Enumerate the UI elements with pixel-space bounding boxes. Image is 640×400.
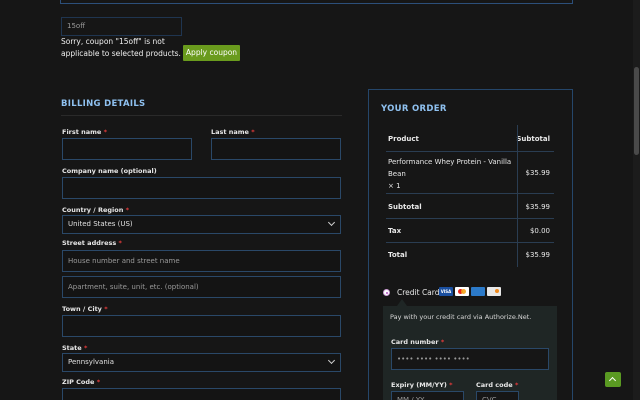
your-order-title: YOUR ORDER [381,104,447,114]
total-label: Total [388,251,408,259]
subtotal-value: $35.99 [525,203,551,211]
card-number-field[interactable]: •••• •••• •••• •••• [391,348,549,370]
country-select-value: United States (US) [68,220,133,228]
tax-value: $0.00 [529,227,550,235]
coupon-section-border [60,0,573,4]
zip-code-label: ZIP Code * [62,378,101,386]
scrollbar-thumb[interactable] [634,67,639,155]
chevron-down-icon [327,356,336,365]
last-name-label: Last name * [211,128,255,136]
order-table-header: Product Subtotal [386,125,554,152]
apply-coupon-button[interactable]: Apply coupon [183,45,240,61]
card-code-field[interactable]: CVC [476,391,519,400]
street-address-field[interactable]: House number and street name [62,250,341,272]
product-column-header: Product [388,135,419,143]
amex-icon [471,287,485,296]
zip-code-field[interactable] [62,388,341,400]
state-label: State * [62,344,88,352]
order-item-row: Performance Whey Protein - Vanilla Bean ×… [386,152,554,194]
credit-card-radio[interactable] [383,289,390,296]
first-name-field[interactable] [62,138,192,160]
page-scrollbar[interactable] [633,0,640,400]
state-select-value: Pennsylvania [68,358,114,366]
discover-icon [487,287,501,296]
scroll-to-top-button[interactable] [605,372,621,387]
last-name-field[interactable] [211,138,341,160]
mastercard-icon [455,287,469,296]
company-name-label: Company name (optional) [62,167,157,175]
town-city-field[interactable] [62,315,341,337]
town-city-label: Town / City * [62,305,108,313]
chevron-up-icon [608,376,617,385]
coupon-error-message: Sorry, coupon "15off" is not applicable … [61,37,181,58]
visa-icon: VISA [439,287,453,296]
first-name-label: First name * [62,128,107,136]
order-subtotal-row: Subtotal $35.99 [386,194,554,219]
street-address-label: Street address * [62,239,122,247]
tax-label: Tax [388,227,402,235]
state-select[interactable]: Pennsylvania [62,353,341,372]
order-item-name: Performance Whey Protein - Vanilla Bean ×… [388,158,512,190]
billing-details-title: BILLING DETAILS [61,99,146,109]
expiry-label: Expiry (MM/YY) * [391,381,453,389]
subtotal-label: Subtotal [388,203,422,211]
order-tax-row: Tax $0.00 [386,219,554,243]
payment-panel-pointer [397,299,407,306]
country-select[interactable]: United States (US) [62,215,341,234]
chevron-down-icon [327,218,336,227]
order-total-row: Total $35.99 [386,243,554,267]
order-item-price: $35.99 [525,169,551,177]
payment-description: Pay with your credit card via Authorize.… [390,313,532,321]
total-value: $35.99 [525,251,551,259]
apartment-field[interactable]: Apartment, suite, unit, etc. (optional) [62,276,341,298]
company-name-field[interactable] [62,177,341,199]
credit-card-label[interactable]: Credit Card [397,288,439,297]
card-brand-icons: VISA [439,287,501,296]
subtotal-column-header: Subtotal [516,135,550,143]
country-label: Country / Region * [62,206,129,214]
order-table-divider [517,125,518,267]
card-code-label: Card code * [476,381,519,389]
expiry-field[interactable]: MM / YY [391,391,464,400]
coupon-code-input[interactable]: 15off [61,17,182,36]
card-number-label: Card number * [391,338,445,346]
billing-title-divider [61,115,342,116]
